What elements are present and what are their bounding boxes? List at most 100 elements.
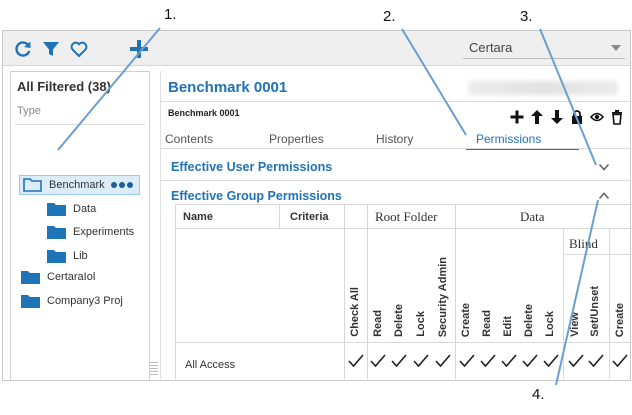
callout-2: 2. xyxy=(383,8,396,25)
tree-item-data[interactable]: Data xyxy=(47,202,96,216)
check-icon[interactable] xyxy=(370,354,386,368)
column-header-criteria[interactable]: Criteria xyxy=(290,211,329,223)
callout-1: 1. xyxy=(164,6,177,23)
grid-line xyxy=(609,228,610,379)
chevron-down-icon xyxy=(611,44,621,51)
tree-item-label: Data xyxy=(73,203,97,215)
grid-line xyxy=(455,204,456,379)
column-header-lock: Lock xyxy=(415,311,427,337)
move-up-icon[interactable] xyxy=(530,109,544,125)
tree-item-label: Lib xyxy=(73,250,88,262)
group-header-root-folder: Root Folder xyxy=(375,209,438,224)
panel-splitter[interactable] xyxy=(150,71,158,379)
column-header-blind-view: View xyxy=(569,312,581,337)
divider xyxy=(15,124,145,125)
more-options-icon[interactable] xyxy=(110,182,135,188)
tree-item-certaraiol[interactable]: CertaraIol xyxy=(21,270,95,284)
heart-icon[interactable] xyxy=(69,39,89,59)
check-icon[interactable] xyxy=(480,354,496,368)
check-icon[interactable] xyxy=(522,354,538,368)
callout-4: 4. xyxy=(532,386,545,403)
blurred-timestamp xyxy=(468,81,618,95)
move-down-icon[interactable] xyxy=(550,109,564,125)
check-icon[interactable] xyxy=(543,354,559,368)
app-window: Certara All Filtered (38) Type Benchmark… xyxy=(2,30,631,381)
column-header-delete: Delete xyxy=(393,303,405,337)
lock-icon[interactable] xyxy=(570,109,584,125)
tree-item-benchmark[interactable]: Benchmark xyxy=(19,175,140,195)
refresh-icon[interactable] xyxy=(13,39,33,59)
column-header-security-admin: Security Admin xyxy=(437,256,449,337)
detail-subtitle: Benchmark 0001 xyxy=(168,108,240,118)
tree-item-lib[interactable]: Lib xyxy=(47,249,88,263)
folder-icon xyxy=(47,203,66,216)
organization-select[interactable]: Certara xyxy=(463,37,625,59)
chevron-up-icon[interactable] xyxy=(598,190,610,202)
folder-icon xyxy=(21,271,40,284)
divider xyxy=(161,101,630,102)
chevron-down-icon[interactable] xyxy=(598,161,610,173)
grid-line xyxy=(563,254,630,255)
folder-open-icon xyxy=(23,178,42,192)
column-header-data-create: Create xyxy=(460,302,472,337)
filter-title: All Filtered (38) xyxy=(17,79,111,94)
add-icon[interactable] xyxy=(510,109,524,125)
tab-permissions[interactable]: Permissions xyxy=(476,132,541,146)
tree-item-company3-proj[interactable]: Company3 Proj xyxy=(21,294,123,308)
detail-title: Benchmark 0001 xyxy=(168,79,288,96)
permissions-grid: Name Criteria Root Folder Data Blind Che… xyxy=(175,204,630,379)
grid-line xyxy=(367,204,368,379)
check-icon[interactable] xyxy=(588,354,604,368)
check-icon[interactable] xyxy=(435,354,451,368)
check-icon[interactable] xyxy=(391,354,407,368)
folder-icon xyxy=(21,295,40,308)
section-title: Effective User Permissions xyxy=(171,160,333,174)
filter-icon[interactable] xyxy=(41,39,61,59)
resize-grip-icon[interactable] xyxy=(150,361,158,375)
column-header-read: Read xyxy=(372,310,384,337)
tree-item-label: Company3 Proj xyxy=(47,295,123,307)
divider xyxy=(161,148,630,149)
divider xyxy=(161,180,630,181)
check-icon[interactable] xyxy=(413,354,429,368)
grid-line xyxy=(279,204,280,228)
grid-line xyxy=(175,204,176,379)
group-header-data: Data xyxy=(520,209,545,224)
folder-tree-panel: All Filtered (38) Type Benchmark Data Ex… xyxy=(10,71,150,380)
check-icon[interactable] xyxy=(459,354,475,368)
check-icon[interactable] xyxy=(568,354,584,368)
tab-contents[interactable]: Contents xyxy=(165,132,213,146)
tree-item-label: CertaraIol xyxy=(47,271,96,283)
column-header-data-lock: Lock xyxy=(544,311,556,337)
add-icon[interactable] xyxy=(129,39,149,59)
folder-icon xyxy=(47,226,66,239)
column-header-check-all[interactable]: Check All xyxy=(349,287,361,337)
check-icon[interactable] xyxy=(348,354,364,368)
tree-item-experiments[interactable]: Experiments xyxy=(47,225,134,239)
eye-icon[interactable] xyxy=(590,109,604,125)
tab-history[interactable]: History xyxy=(376,132,413,146)
column-header-name[interactable]: Name xyxy=(183,211,213,223)
detail-actions xyxy=(510,109,624,125)
grid-line xyxy=(175,228,344,229)
trash-icon[interactable] xyxy=(610,109,624,125)
section-title: Effective Group Permissions xyxy=(171,189,342,203)
grid-line xyxy=(344,204,345,379)
grid-line xyxy=(563,228,564,379)
grid-line xyxy=(344,228,630,229)
user-permissions-section[interactable]: Effective User Permissions xyxy=(161,155,630,179)
check-icon[interactable] xyxy=(501,354,517,368)
check-icon[interactable] xyxy=(612,354,628,368)
top-toolbar: Certara xyxy=(3,31,630,66)
table-row-name: All Access xyxy=(185,359,236,371)
column-header-data-edit: Edit xyxy=(502,316,514,337)
grid-line xyxy=(175,204,630,205)
tab-properties[interactable]: Properties xyxy=(269,132,324,146)
column-header-data-read: Read xyxy=(481,310,493,337)
tree-item-label: Benchmark xyxy=(49,179,105,191)
detail-tabs: Contents Properties History Permissions xyxy=(161,129,630,150)
folder-icon xyxy=(47,250,66,263)
tree-item-label: Experiments xyxy=(73,226,135,238)
callout-3: 3. xyxy=(520,8,533,25)
detail-panel: Benchmark 0001 Benchmark 0001 Contents P… xyxy=(160,71,630,379)
